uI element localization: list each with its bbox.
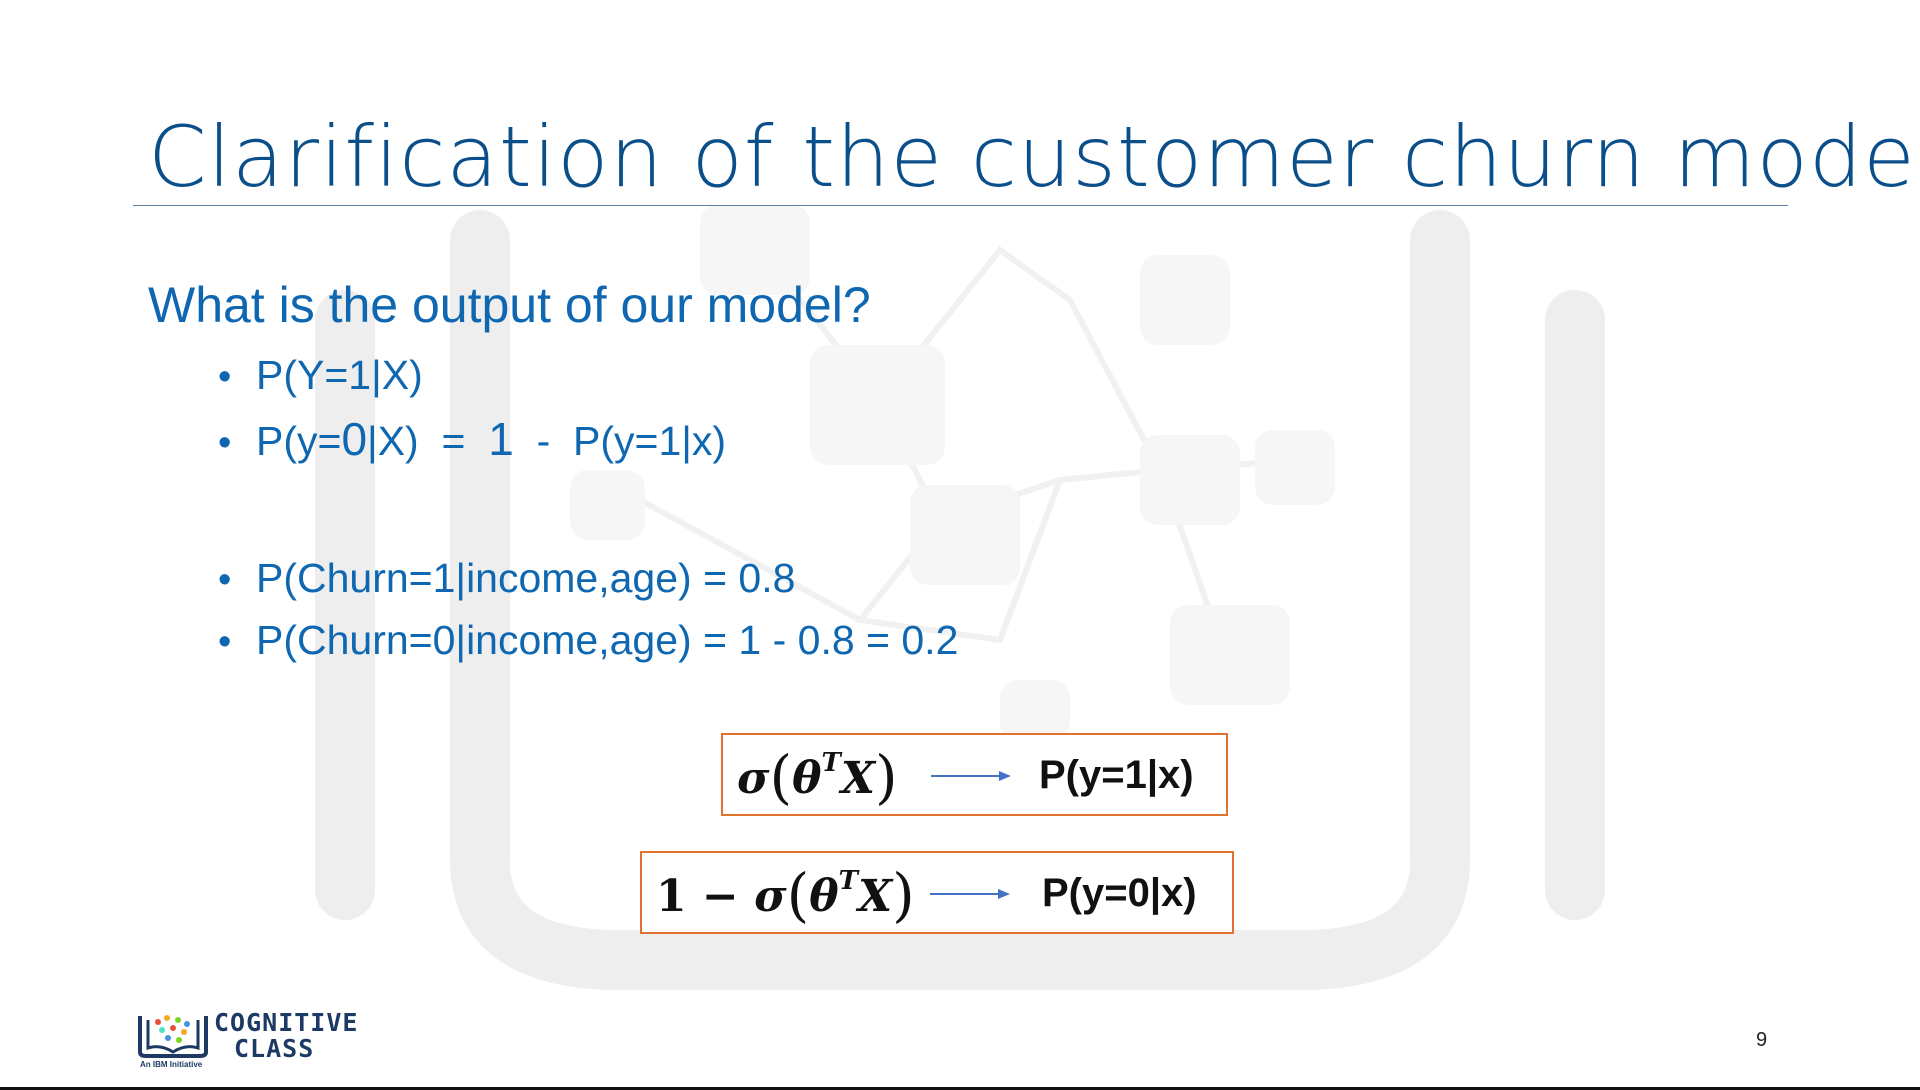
logo-tagline: An IBM Initiative (140, 1060, 203, 1069)
bullet-item: • P(Churn=1|income,age) = 0.8 (218, 555, 795, 602)
formula-paren-close: ) (874, 743, 898, 811)
formula-paren-open: ( (769, 743, 793, 811)
bullet-text: P(Y=1|X) (256, 352, 423, 398)
bullet-item: • P(y=0|X) = 1 - P(y=1|x) (218, 412, 726, 466)
formula-theta: θ (809, 871, 839, 922)
formula-box-complement: 1 − σ(θTX) P(y=0|x) (640, 851, 1234, 934)
title-divider (133, 205, 1788, 206)
formula-sigma: σ (754, 871, 787, 922)
book-icon (138, 1015, 208, 1058)
arrow-right-icon (931, 771, 1011, 781)
logo-line2: CLASS (234, 1034, 315, 1063)
slide-title: Clarification of the customer churn mode… (148, 108, 1920, 206)
bullet-text-part: - P(y=1|x) (513, 418, 727, 464)
formula-var: X (840, 753, 875, 804)
logo-wordmark: COGNITIVE CLASS (214, 1010, 358, 1062)
bullet-item: • P(Churn=0|income,age) = 1 - 0.8 = 0.2 (218, 617, 958, 664)
sigmoid-formula: σ(θTX) (737, 743, 898, 811)
bullet-dot: • (218, 356, 232, 398)
formula-sigma: σ (737, 753, 770, 804)
bullet-text: P(Churn=1|income,age) = 0.8 (256, 555, 796, 601)
bullet-text-part: |X) = (367, 418, 489, 464)
bullet-item: • P(Y=1|X) (218, 352, 423, 399)
bullet-text-part: 0 (341, 413, 368, 465)
formula-theta: θ (792, 753, 822, 804)
page-number: 9 (1756, 1029, 1768, 1051)
bullet-text: P(Churn=0|income,age) = 1 - 0.8 = 0.2 (256, 617, 959, 663)
formula-var: X (857, 871, 893, 922)
bullet-text-part: 1 (488, 413, 514, 465)
logo-line1: COGNITIVE (214, 1008, 359, 1037)
formula-prefix: 1 − (656, 871, 755, 922)
bullet-dot: • (218, 422, 232, 464)
formula-box-sigmoid: σ(θTX) P(y=1|x) (721, 733, 1228, 816)
formula-result: P(y=1|x) (1039, 753, 1194, 797)
bullet-text-part: P(y= (256, 418, 342, 464)
formula-result: P(y=0|x) (1042, 871, 1197, 915)
cognitive-class-logo: COGNITIVE CLASS An IBM Initiative (134, 1008, 364, 1070)
formula-paren-close: ) (892, 861, 915, 929)
bullet-dot: • (218, 559, 232, 601)
formula-paren-open: ( (786, 861, 810, 929)
complement-formula: 1 − σ(θTX) (656, 861, 915, 929)
formula-superscript: T (838, 866, 858, 896)
formula-superscript: T (821, 748, 841, 778)
question-heading: What is the output of our model? (148, 277, 871, 333)
arrow-right-icon (930, 889, 1010, 899)
bullet-dot: • (218, 621, 232, 663)
